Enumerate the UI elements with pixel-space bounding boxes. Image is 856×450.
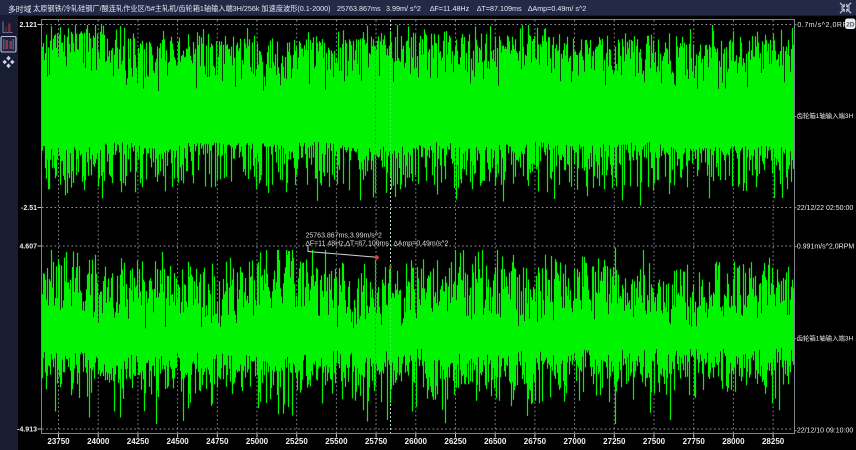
svg-text:24750: 24750 [206,437,229,446]
svg-text:-齿轮箱1轴输入端3H: -齿轮箱1轴输入端3H [795,111,854,120]
svg-text:-2.51: -2.51 [21,205,37,212]
svg-text:26250: 26250 [444,437,467,446]
svg-text:2.121: 2.121 [19,22,37,29]
svg-text:26750: 26750 [524,437,547,446]
svg-text:28250: 28250 [762,437,785,446]
svg-text:-22/12/10 09:10:00: -22/12/10 09:10:00 [795,428,854,435]
svg-text:24000: 24000 [87,437,110,446]
svg-text:23750: 23750 [47,437,70,446]
svg-text:26500: 26500 [484,437,507,446]
svg-text:-齿轮箱1轴输入端3H: -齿轮箱1轴输入端3H [795,334,854,343]
svg-text:25000: 25000 [246,437,269,446]
svg-text:25750: 25750 [365,437,388,446]
svg-text:28000: 28000 [722,437,745,446]
svg-text:27250: 27250 [603,437,626,446]
svg-text:4.607: 4.607 [19,244,37,251]
svg-text:∆F=11.48Hz,∆T=87.109ms: ∆F=11.48Hz,∆T=87.109ms [306,240,390,247]
svg-text:27000: 27000 [563,437,586,446]
svg-text:26000: 26000 [405,437,428,446]
svg-text:24500: 24500 [166,437,189,446]
svg-text:-0.991m/s^2,0RPM: -0.991m/s^2,0RPM [795,244,855,251]
svg-text:24250: 24250 [127,437,150,446]
svg-text:25250: 25250 [286,437,309,446]
svg-text:25500: 25500 [325,437,348,446]
svg-text:27750: 27750 [683,437,706,446]
svg-text:25763.867ms,3.99m/s^2: 25763.867ms,3.99m/s^2 [306,232,383,239]
svg-text:∆Amp=0.49m/s^2: ∆Amp=0.49m/s^2 [394,240,449,247]
svg-text:-4.913: -4.913 [17,427,37,434]
svg-text:2D: 2D [846,22,855,29]
svg-text:-22/12/22 02:50:00: -22/12/22 02:50:00 [795,205,854,212]
svg-text:27500: 27500 [643,437,666,446]
